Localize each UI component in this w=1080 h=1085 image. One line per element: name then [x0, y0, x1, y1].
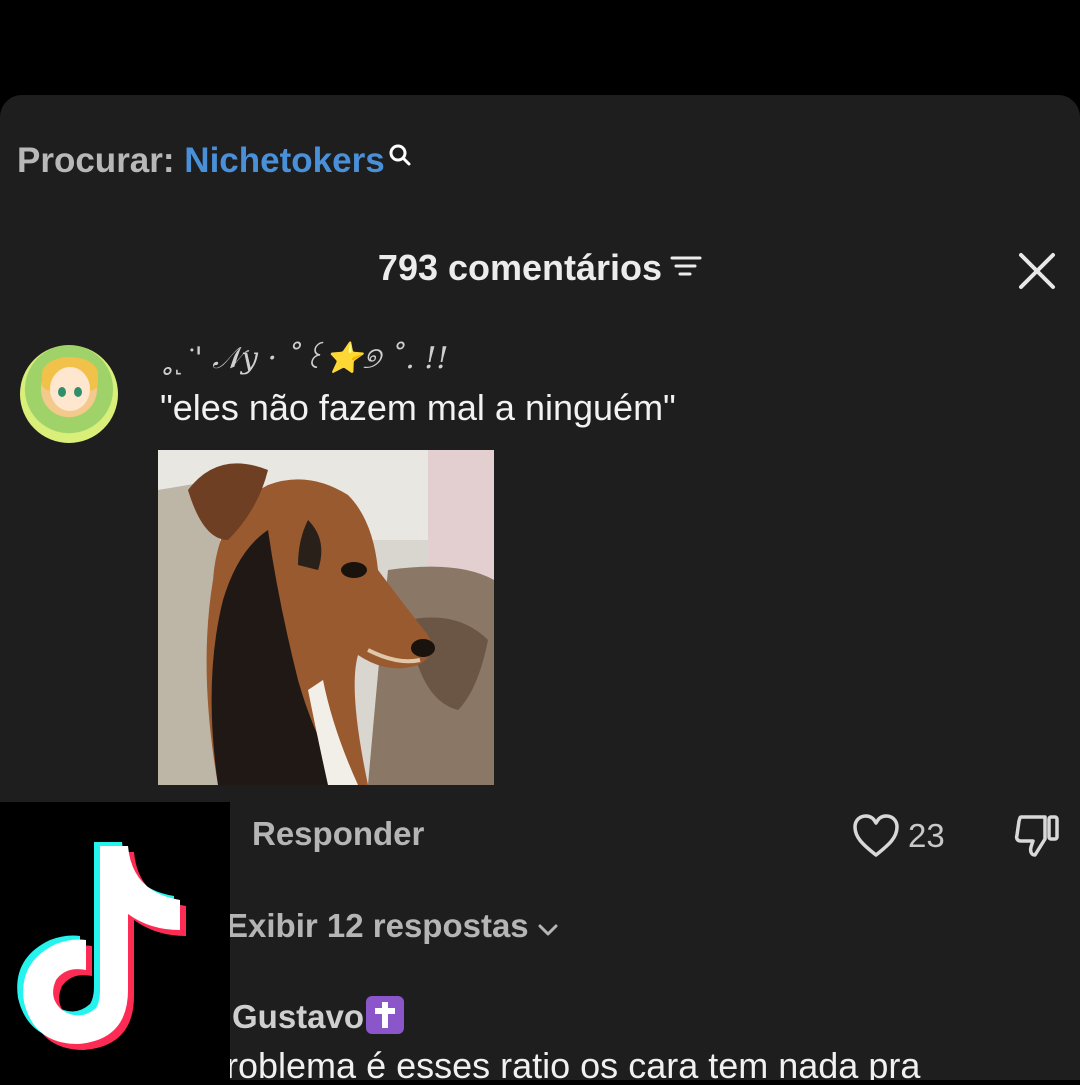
comment-image-dog[interactable] — [158, 450, 494, 785]
avatar[interactable] — [20, 345, 118, 443]
search-term[interactable]: Nichetokers — [184, 141, 384, 180]
like-count: 23 — [908, 817, 945, 854]
heart-icon[interactable] — [852, 813, 900, 859]
view-replies-button[interactable]: Exibir 12 respostas — [226, 907, 559, 945]
comment-username[interactable]: ˳˻̇ ' 𝒩y · ˚꒰⭐୭ ˚. !! — [160, 337, 448, 376]
search-icon[interactable] — [387, 137, 413, 177]
dislike-icon[interactable] — [1013, 813, 1061, 859]
search-suggestion[interactable]: Procurar: Nichetokers — [17, 141, 413, 181]
reply-button[interactable]: Responder — [252, 815, 424, 853]
cross-badge-icon — [366, 996, 405, 1035]
comment2-text: roblema é esses ratio os cara tem nada p… — [226, 1045, 921, 1080]
chevron-down-icon — [537, 907, 559, 945]
comment2-username[interactable]: Gustavo — [232, 996, 405, 1036]
comment2-username-text: Gustavo — [232, 998, 365, 1035]
comments-header: 793 comentários — [0, 247, 1080, 297]
comment-text: "eles não fazem mal a ninguém" — [160, 387, 676, 428]
tiktok-logo — [0, 802, 230, 1080]
close-icon[interactable] — [1016, 250, 1058, 292]
filter-icon[interactable] — [670, 246, 702, 288]
search-prefix: Procurar: — [17, 141, 175, 180]
view-replies-label: Exibir 12 respostas — [226, 907, 529, 944]
comments-count-title: 793 comentários — [377, 247, 663, 288]
